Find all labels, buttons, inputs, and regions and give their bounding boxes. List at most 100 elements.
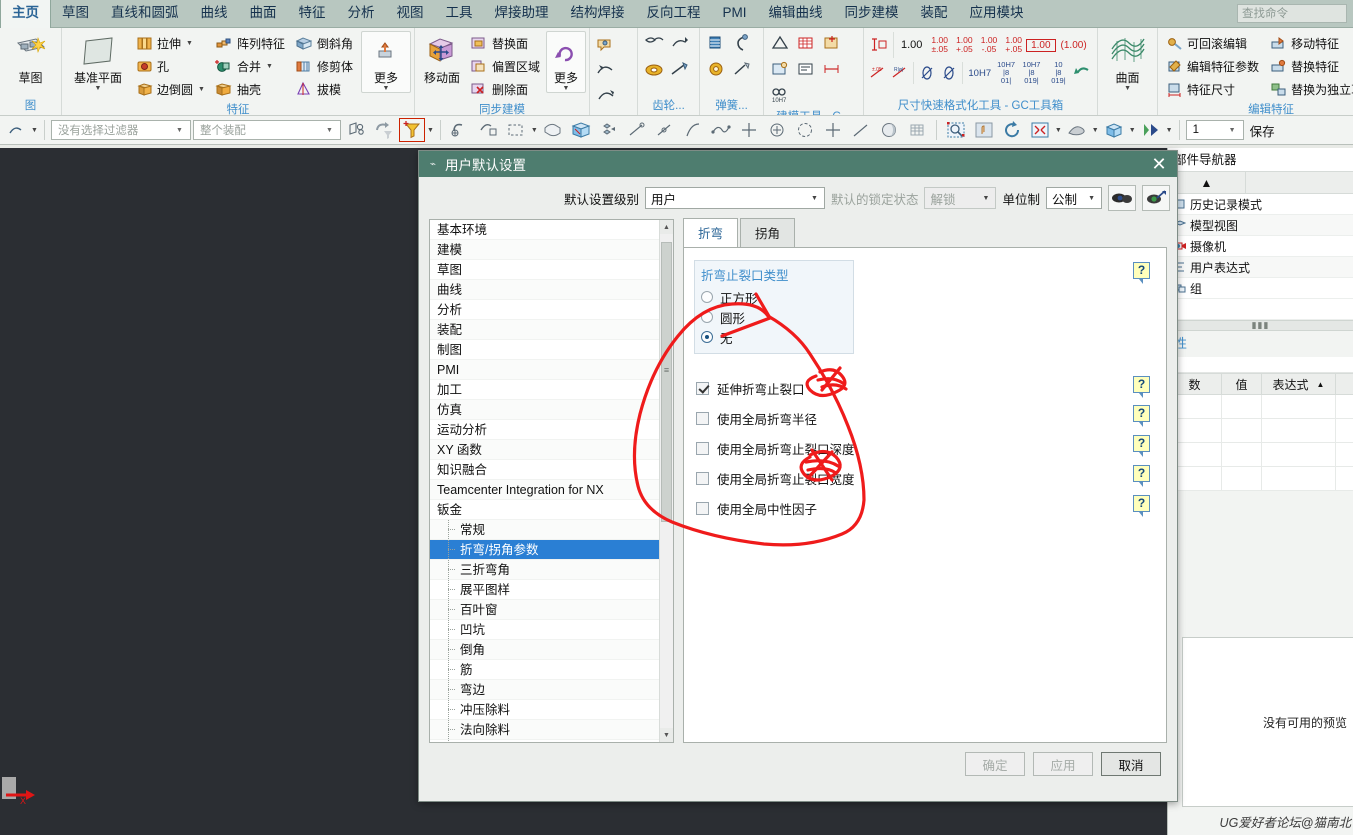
curve-icon[interactable]: [708, 118, 734, 142]
fit-label-2[interactable]: 10H7 |8 01|: [994, 61, 1018, 85]
triangle-icon[interactable]: [767, 31, 793, 57]
pn-row-2[interactable]: 摄像机: [1168, 236, 1353, 257]
tree-node-23[interactable]: 弯边: [430, 680, 659, 700]
sphere-icon[interactable]: [876, 118, 902, 142]
replace-feature-button[interactable]: 替换特征: [1267, 55, 1353, 78]
fit-label-3[interactable]: 10H7 |8 019|: [1018, 61, 1045, 85]
chevron-down-icon[interactable]: ▼: [531, 127, 538, 134]
checkbox-global-neutral-factor-box[interactable]: [696, 501, 709, 515]
chevron-down-icon[interactable]: ▼: [322, 127, 337, 134]
sketch-annot-icon[interactable]: [593, 109, 619, 115]
checkbox-global-relief-width[interactable]: 使用全局折弯止裂口宽度: [696, 469, 855, 487]
help-icon-group[interactable]: ?: [1133, 262, 1150, 284]
level-select[interactable]: 用户 ▼: [644, 187, 825, 209]
checkbox-extend-relief-box[interactable]: [696, 381, 709, 395]
tree-scrollbar[interactable]: ▲ ▼: [659, 220, 673, 742]
fillet-icon[interactable]: [848, 118, 874, 142]
spline-icon[interactable]: [680, 118, 706, 142]
chevron-down-icon[interactable]: ▼: [1055, 127, 1062, 134]
fit-10h7-icon[interactable]: 10H7: [767, 83, 793, 109]
tree-node-6[interactable]: 制图: [430, 340, 659, 360]
dim-style-icon[interactable]: [867, 32, 891, 58]
sort-asc-icon[interactable]: ▲: [1168, 172, 1246, 193]
make-sketch-independent-button[interactable]: 替换为独立草图: [1267, 78, 1353, 101]
ribbon-tab-1[interactable]: 草图: [51, 0, 100, 27]
undo-icon[interactable]: [1072, 60, 1094, 86]
edit-params-button[interactable]: 编辑特征参数: [1163, 55, 1263, 78]
ribbon-tab-0[interactable]: 主页: [0, 0, 51, 28]
sort-asc-icon[interactable]: ▲: [1317, 380, 1325, 389]
ribbon-tab-2[interactable]: 直线和圆弧: [100, 0, 190, 27]
chevron-down-icon[interactable]: ▼: [266, 63, 273, 70]
select-body-icon[interactable]: [343, 118, 369, 142]
dialog-titlebar[interactable]: ⌁ 用户默认设置 ✕: [419, 151, 1177, 177]
gear-spur-icon[interactable]: [641, 31, 667, 57]
tab-bend[interactable]: 折弯: [683, 218, 739, 248]
checkbox-global-radius-box[interactable]: [696, 411, 709, 425]
body-icon[interactable]: [767, 57, 793, 83]
spring-ring-icon[interactable]: [703, 57, 729, 83]
offset-region-button[interactable]: 偏置区域: [468, 55, 544, 78]
ribbon-tab-10[interactable]: 结构焊接: [560, 0, 636, 27]
arc-icon[interactable]: [652, 118, 678, 142]
point-icon[interactable]: [736, 118, 762, 142]
chevron-down-icon[interactable]: ▼: [31, 127, 38, 134]
sync-more-button[interactable]: 更多 ▼: [545, 31, 586, 93]
settings-tree[interactable]: 基本环境 建模 草图 曲线 分析 装配 制图 PMI 加工 仿真 运动分析 XY…: [429, 219, 674, 743]
chevron-down-icon[interactable]: ▼: [1092, 127, 1099, 134]
dia-dim-icon[interactable]: [916, 60, 938, 86]
delete-face-button[interactable]: 删除面: [468, 78, 544, 101]
checkbox-global-neutral-factor[interactable]: 使用全局中性因子: [696, 499, 817, 517]
selection-filter-combo[interactable]: 没有选择过滤器 ▼: [50, 120, 191, 140]
dim-val-7[interactable]: (1.00): [1056, 40, 1092, 51]
tree-node-11[interactable]: XY 函数: [430, 440, 659, 460]
rotate-icon[interactable]: [999, 118, 1025, 142]
ribbon-tab-7[interactable]: 视图: [386, 0, 435, 27]
dim-val-3[interactable]: 1.00 +.05: [952, 36, 977, 54]
spring-coil-icon[interactable]: [729, 31, 755, 57]
gear-worm-icon[interactable]: [667, 57, 693, 83]
dim-val-1[interactable]: 1.00: [896, 39, 927, 51]
chevron-down-icon[interactable]: ▼: [1084, 195, 1099, 202]
circle-center-icon[interactable]: [764, 118, 790, 142]
pn-row-1[interactable]: 模型视图: [1168, 215, 1353, 236]
chevron-down-icon[interactable]: ▼: [383, 85, 390, 92]
help-icon-2[interactable]: ?: [1133, 435, 1150, 457]
settings-tree-list[interactable]: 基本环境 建模 草图 曲线 分析 装配 制图 PMI 加工 仿真 运动分析 XY…: [430, 220, 659, 742]
tree-node-8[interactable]: 加工: [430, 380, 659, 400]
move-face-button[interactable]: 移动面: [418, 31, 466, 85]
tree-node-7[interactable]: PMI: [430, 360, 659, 380]
extrude-button[interactable]: 拉伸 ▼: [133, 32, 209, 55]
undo-filter-icon[interactable]: [371, 118, 397, 142]
tree-node-9[interactable]: 仿真: [430, 400, 659, 420]
find-command-input[interactable]: 查找命令: [1237, 4, 1347, 23]
fit-label-4[interactable]: 10 |8 019|: [1045, 61, 1072, 85]
checkbox-global-radius[interactable]: 使用全局折弯半径: [696, 409, 817, 427]
ribbon-tab-6[interactable]: 分析: [337, 0, 386, 27]
radio-square[interactable]: 正方形: [701, 287, 847, 307]
ribbon-tab-14[interactable]: 同步建模: [834, 0, 910, 27]
ribbon-tab-12[interactable]: PMI: [712, 0, 758, 27]
tree-node-18[interactable]: 展平图样: [430, 580, 659, 600]
user-defaults-dialog[interactable]: ⌁ 用户默认设置 ✕ 默认设置级别 用户 ▼ 默认的锁定状态 解锁 ▼ 单位制 …: [418, 150, 1178, 802]
help-icon-4[interactable]: ?: [1133, 495, 1150, 517]
ribbon-tab-5[interactable]: 特征: [288, 0, 337, 27]
radio-round-icon[interactable]: [701, 311, 713, 323]
sketch-button[interactable]: 草图: [3, 31, 58, 85]
angle-dim-icon[interactable]: ±.05: [867, 60, 889, 86]
unit-select[interactable]: 公制 ▼: [1046, 187, 1102, 209]
chevron-down-icon[interactable]: ▼: [1124, 85, 1131, 92]
chevron-down-icon[interactable]: ▼: [186, 40, 193, 47]
ribbon-tab-11[interactable]: 反向工程: [636, 0, 712, 27]
chevron-down-icon[interactable]: ▼: [198, 86, 205, 93]
chevron-down-icon[interactable]: ▼: [172, 127, 187, 134]
properties-grid[interactable]: [1168, 395, 1353, 491]
dim-icon[interactable]: [819, 57, 845, 83]
tree-node-12[interactable]: 知识融合: [430, 460, 659, 480]
dim-val-4[interactable]: 1.00 -.05: [977, 36, 1002, 54]
replace-face-button[interactable]: 替换面: [468, 32, 544, 55]
scroll-thumb[interactable]: [661, 242, 672, 522]
tree-node-20[interactable]: 凹坑: [430, 620, 659, 640]
ribbon-tab-16[interactable]: 应用模块: [959, 0, 1035, 27]
ok-button[interactable]: 确定: [965, 752, 1025, 776]
